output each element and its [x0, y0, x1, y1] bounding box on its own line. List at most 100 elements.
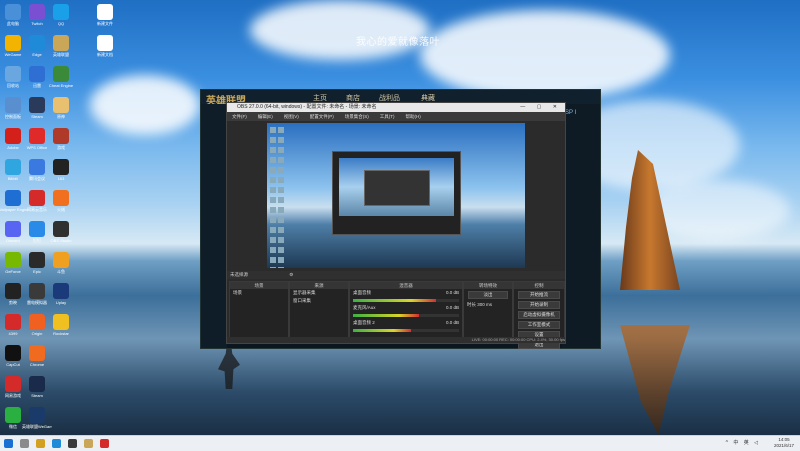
obs-menu-item[interactable]: 编辑(E) [258, 114, 273, 119]
desktop-icon-label: 新建文档 [97, 52, 113, 57]
desktop-icon-label: 英雄联盟WeGame版 [22, 424, 52, 429]
cloud [250, 0, 430, 60]
obs-menu-item[interactable]: 工具(T) [380, 114, 395, 119]
app-icon [29, 97, 45, 113]
app-icon [29, 221, 45, 237]
obs-preview[interactable] [267, 123, 525, 268]
no-source-label: 未选择源 [230, 272, 248, 277]
desktop-icon[interactable]: 163 [46, 159, 76, 187]
app-icon [29, 345, 45, 361]
volume-meter[interactable] [353, 329, 459, 332]
desktop-icon[interactable]: Uplay [46, 283, 76, 311]
app-icon [53, 252, 69, 268]
mixer-channel-name: 桌面音频 2 [353, 320, 375, 325]
obs-control-button[interactable]: 开始推流 [518, 291, 560, 299]
clock[interactable]: 14:05 2021/6/17 [774, 437, 794, 449]
gear-icon[interactable]: ⚙ [289, 272, 293, 277]
obs-control-button[interactable]: 工作室模式 [518, 321, 560, 329]
app-icon [5, 128, 21, 144]
mixer-channel-db: 0.0 dB [445, 320, 459, 325]
desktop-icon[interactable]: 英雄联盟 [46, 35, 76, 63]
desktop-icon[interactable]: 原神 [46, 97, 76, 125]
obs-menu-item[interactable]: 配置文件(P) [310, 114, 334, 119]
obs-menu-item[interactable]: 视图(V) [284, 114, 299, 119]
controls-header: 控制 [514, 282, 564, 289]
clock-date: 2021/6/17 [773, 443, 794, 448]
obs-source-toolbar: 未选择源 ⚙ [227, 271, 565, 279]
app-icon [53, 4, 69, 20]
mixer-channel: 桌面音频 2 0.0 dB [350, 319, 462, 327]
duration-value[interactable]: 300 ms [477, 302, 492, 307]
search-icon[interactable] [20, 439, 29, 448]
desktop-icon[interactable]: OBS Studio [46, 221, 76, 249]
desktop-icon-label: 火绒 [57, 207, 65, 212]
edge-icon[interactable] [52, 439, 61, 448]
mixer-channel: 麦克风/Aux 0.0 dB [350, 304, 462, 312]
obs-menu-item[interactable]: 文件(F) [232, 114, 247, 119]
app-icon [29, 283, 45, 299]
desktop-icon[interactable]: 斗鱼 [46, 252, 76, 280]
app-icon [29, 35, 45, 51]
sources-dock: 来源 显示器采集 窗口采集 [289, 281, 349, 341]
desktop-icon-label: Steam [31, 393, 43, 398]
obs-window[interactable]: OBS 27.0.0 (64-bit, windows) - 配置文件: 未命名… [226, 102, 566, 349]
desktop-icon[interactable]: 英雄联盟WeGame版 [22, 407, 52, 435]
source-item[interactable]: 窗口采集 [290, 297, 348, 305]
system-tray[interactable]: ^ 中 英 ◁ [726, 439, 760, 446]
app-icon [53, 221, 69, 237]
scene-item[interactable]: 场景 [230, 289, 288, 297]
desktop-icon[interactable]: Rockstar [46, 314, 76, 342]
obs-taskbar-icon[interactable] [68, 439, 77, 448]
app-icon [5, 97, 21, 113]
app-icon [29, 159, 45, 175]
scenes-header: 场景 [230, 282, 288, 289]
transitions-dock: 转场特效 淡出 时长 300 ms [463, 281, 513, 341]
window-controls[interactable]: — ▢ ✕ [520, 103, 562, 112]
app-icon [29, 252, 45, 268]
obs-control-button[interactable]: 启动虚拟摄像机 [518, 311, 560, 319]
lol-taskbar-icon[interactable] [84, 439, 93, 448]
app-icon [5, 407, 21, 423]
obs-control-button[interactable]: 开始录制 [518, 301, 560, 309]
app-icon [5, 345, 21, 361]
obs-menu-item[interactable]: 场景集合(S) [345, 114, 369, 119]
desktop-icon[interactable]: 新建文档 [90, 35, 120, 63]
desktop-icon[interactable]: 火绒 [46, 190, 76, 218]
desktop-icon[interactable]: 游戏 [46, 128, 76, 156]
app-icon [29, 190, 45, 206]
desktop-icon-label: Chrome [29, 362, 45, 367]
transition-select[interactable]: 淡出 [468, 291, 508, 299]
volume-meter[interactable] [353, 314, 459, 317]
app-icon [29, 376, 45, 392]
app-icon [5, 159, 21, 175]
controls-dock: 控制 开始推流 开始录制 启动虚拟摄像机 工作室模式 设置 退出 [513, 281, 565, 349]
desktop-icon[interactable]: QQ [46, 4, 76, 32]
app-icon [29, 66, 45, 82]
source-item[interactable]: 显示器采集 [290, 289, 348, 297]
desktop-icon-label: 163 [57, 176, 65, 181]
mixer-channel-db: 0.0 dB [445, 305, 459, 310]
folder-icon[interactable] [36, 439, 45, 448]
obs-title: OBS 27.0.0 (64-bit, windows) - 配置文件: 未命名… [237, 104, 377, 110]
app-icon [5, 252, 21, 268]
mixer-dock: 混音器 桌面音频 0.0 dB 麦克风/Aux 0.0 dB 桌面音频 2 0.0 dB [349, 281, 463, 341]
desktop-icon-label: 新建文件 [97, 21, 113, 26]
desktop-icon[interactable]: Steam [22, 376, 52, 404]
app-icon [5, 35, 21, 51]
start-icon[interactable] [4, 439, 13, 448]
desktop-icon[interactable]: Cheat Engine [46, 66, 76, 94]
volume-meter[interactable] [353, 299, 459, 302]
app-icon [53, 66, 69, 82]
mixer-channel-name: 桌面音频 [353, 290, 371, 295]
taskbar: ^ 中 英 ◁ 14:05 2021/6/17 [0, 435, 800, 451]
obs-menu-item[interactable]: 帮助(H) [406, 114, 421, 119]
preview-nested-obs [332, 151, 461, 235]
app-icon [97, 35, 113, 51]
desktop-icon[interactable]: 新建文件 [90, 4, 120, 32]
mixer-channel-db: 0.0 dB [445, 290, 459, 295]
preview-nested-obs-inner [364, 170, 430, 206]
app-icon [53, 190, 69, 206]
mixer-channel-name: 麦克风/Aux [353, 305, 376, 310]
desktop-icon[interactable]: Chrome [22, 345, 52, 373]
app-taskbar-icon[interactable] [100, 439, 109, 448]
